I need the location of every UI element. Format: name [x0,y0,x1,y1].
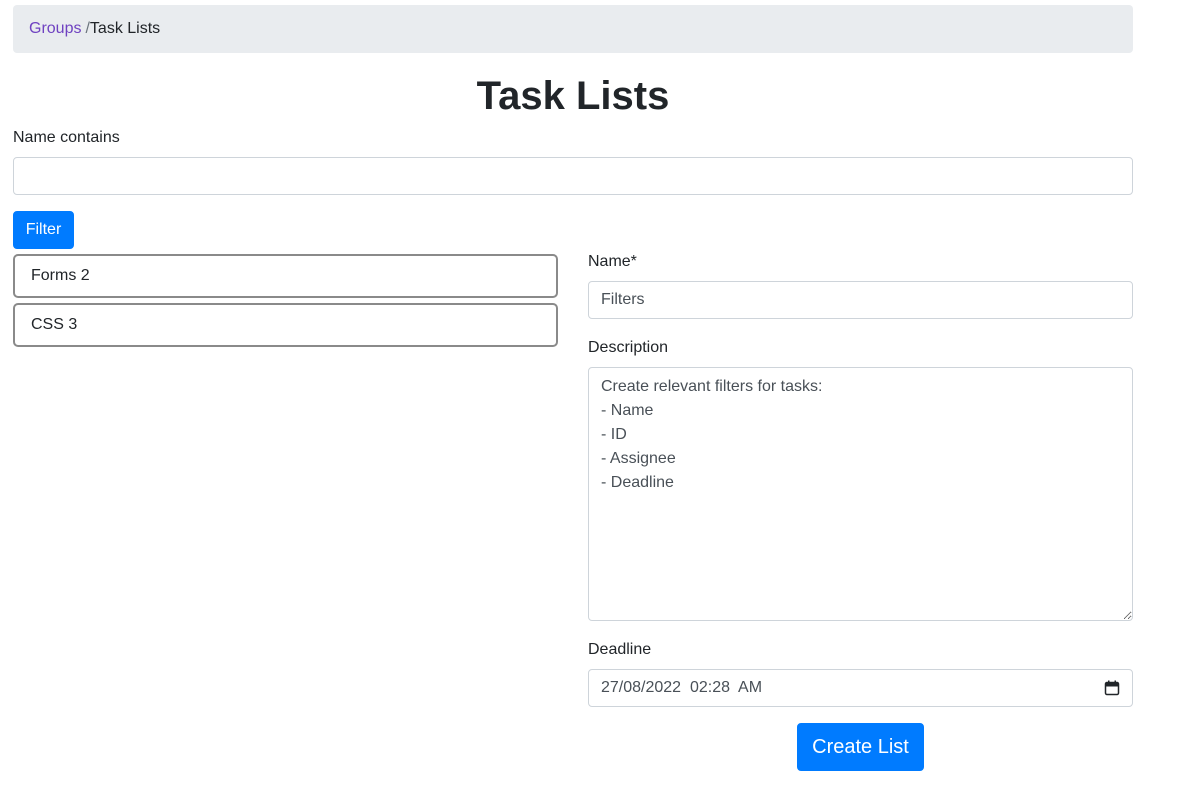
filter-label: Name contains [13,129,120,146]
filter-button[interactable]: Filter [13,211,74,249]
breadcrumb: Groups / Task Lists [13,5,1133,53]
page-title: Task Lists [476,74,670,118]
breadcrumb-current: Task Lists [89,20,161,37]
deadline-label: Deadline [588,641,652,658]
list-item[interactable]: CSS 3 [13,303,558,347]
deadline-field[interactable]: 27/08/2022 02:28 AM [588,669,1133,707]
calendar-icon[interactable] [1104,680,1120,696]
list-item[interactable]: Forms 2 [13,254,558,298]
list-item-label: Forms 2 [31,267,90,284]
description-label: Description [588,339,669,356]
create-list-button[interactable]: Create List [797,723,924,771]
description-field[interactable]: Create relevant filters for tasks: - Nam… [588,367,1133,621]
name-field[interactable] [588,281,1133,319]
deadline-value: 27/08/2022 02:28 AM [601,679,763,696]
filter-input[interactable] [13,157,1133,195]
breadcrumb-link-groups[interactable]: Groups [29,20,81,38]
name-label: Name* [588,253,637,270]
list-item-label: CSS 3 [31,316,78,333]
